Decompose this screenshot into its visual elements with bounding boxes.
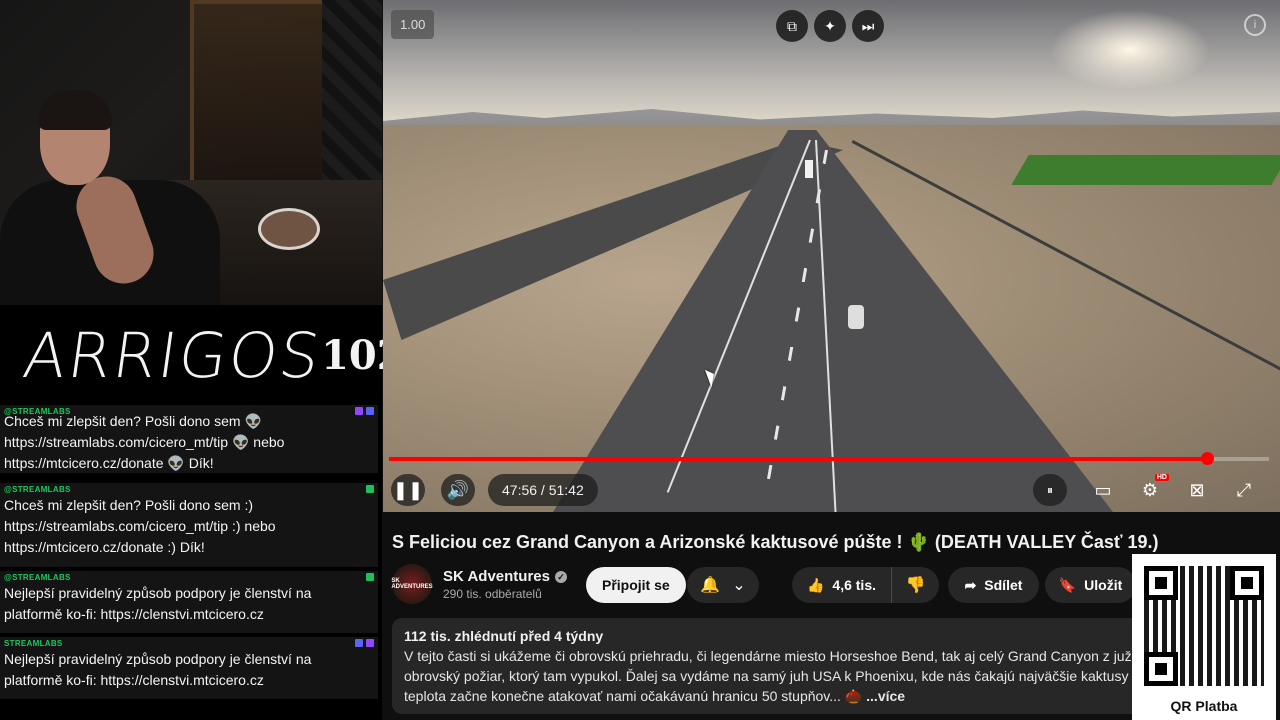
ai-button[interactable]: ✦ bbox=[814, 10, 846, 42]
thumbs-down-icon: 👎 bbox=[905, 577, 926, 594]
miniplayer-icon: ⧉ bbox=[787, 17, 797, 34]
chat-text: Nejlepší pravidelný způsob podpory je čl… bbox=[4, 585, 312, 622]
qr-payment-overlay: QR Platba bbox=[1132, 554, 1276, 720]
subscriber-count: 290 tis. odběratelů bbox=[443, 586, 542, 601]
autoplay-icon: ⏸ bbox=[1046, 482, 1053, 497]
volume-button[interactable]: 🔊 bbox=[441, 474, 475, 506]
like-button[interactable]: 👍 4,6 tis. bbox=[792, 567, 892, 603]
video-truck bbox=[805, 160, 813, 178]
info-button[interactable]: i bbox=[1244, 14, 1266, 36]
badge-icon bbox=[366, 407, 374, 415]
skip-next-icon: ⏭ bbox=[861, 17, 875, 34]
qr-finder bbox=[1144, 652, 1178, 686]
subtitles-icon: ▭ bbox=[1094, 479, 1112, 500]
playback-speed-badge: 1.00 bbox=[391, 10, 435, 39]
join-button[interactable]: Připojit se bbox=[586, 567, 686, 603]
channel-info: SK ADVENTURES SK Adventures ✓ 290 tis. od… bbox=[391, 564, 567, 604]
save-label: Uložit bbox=[1084, 577, 1123, 593]
more-link[interactable]: ...více bbox=[866, 688, 905, 704]
brand-banner: ARRIGOS 102 bbox=[0, 305, 405, 405]
miniplayer-button[interactable]: ⧉ bbox=[776, 10, 808, 42]
qr-finder bbox=[1144, 566, 1178, 600]
plant-pot bbox=[258, 208, 320, 250]
badge-icon bbox=[366, 639, 374, 647]
bookmark-icon: 🔖 bbox=[1058, 576, 1077, 593]
subtitles-button[interactable]: ▭ bbox=[1086, 474, 1120, 506]
streamer-hair bbox=[38, 90, 112, 130]
channel-name[interactable]: SK Adventures bbox=[443, 568, 550, 585]
progress-bar[interactable] bbox=[389, 452, 1269, 465]
share-label: Sdílet bbox=[984, 577, 1023, 593]
top-controls: ⧉ ✦ ⏭ bbox=[776, 10, 884, 42]
player-controls: ❚❚ 🔊 47:56 / 51:42 ⏸ ▭ ⚙ HD ⊠ ⤢ bbox=[383, 470, 1280, 510]
info-icon: i bbox=[1253, 19, 1257, 31]
verified-icon: ✓ bbox=[554, 570, 567, 583]
chat-text: Chceš mi zlepšit den? Pošli dono sem 👽 h… bbox=[4, 413, 285, 471]
notifications-button[interactable]: 🔔 ⌄ bbox=[687, 567, 759, 603]
settings-button[interactable]: ⚙ HD bbox=[1133, 474, 1169, 506]
chat-message: @STREAMLABS Chceš mi zlepšit den? Pošli … bbox=[0, 405, 378, 473]
badge-icon bbox=[366, 573, 374, 581]
skip-button[interactable]: ⏭ bbox=[852, 10, 884, 42]
stream-overlay: ARRIGOS 102 @STREAMLABS Chceš mi zlepšit… bbox=[0, 0, 405, 720]
pause-button[interactable]: ❚❚ bbox=[391, 474, 425, 506]
chat-author: STREAMLABS bbox=[4, 639, 374, 649]
like-dislike-group: 👍 4,6 tis. 👎 bbox=[792, 567, 939, 603]
progress-played bbox=[389, 457, 1208, 461]
pause-icon: ❚❚ bbox=[392, 479, 424, 500]
volume-icon: 🔊 bbox=[446, 479, 470, 500]
badge-icon bbox=[355, 407, 363, 415]
webcam-feed bbox=[0, 0, 382, 305]
time-display: 47:56 / 51:42 bbox=[488, 474, 598, 506]
chevron-down-icon: ⌄ bbox=[732, 577, 746, 594]
video-player[interactable]: 1.00 ⧉ ✦ ⏭ i ❚❚ 🔊 47:56 / 51:42 ⏸ ▭ ⚙ HD … bbox=[383, 0, 1280, 512]
fullscreen-icon: ⤢ bbox=[1236, 479, 1252, 500]
channel-name-row: SK Adventures ✓ bbox=[443, 568, 567, 585]
chat-text: Nejlepší pravidelný způsob podpory je čl… bbox=[4, 651, 312, 688]
qr-label: QR Platba bbox=[1170, 698, 1238, 714]
share-icon: ➦ bbox=[964, 576, 977, 593]
chat-message: @STREAMLABS Chceš mi zlepšit den? Pošli … bbox=[0, 483, 378, 567]
qr-finder bbox=[1230, 566, 1264, 600]
hd-badge: HD bbox=[1154, 474, 1169, 481]
fullscreen-button[interactable]: ⤢ bbox=[1227, 474, 1261, 506]
chat-author: @STREAMLABS bbox=[4, 573, 374, 583]
chat-message: @STREAMLABS Nejlepší pravidelný způsob p… bbox=[0, 571, 378, 633]
chat-text: Chceš mi zlepšit den? Pošli dono sem :) … bbox=[4, 497, 276, 555]
wall-frame bbox=[190, 0, 330, 190]
thumbs-up-icon: 👍 bbox=[806, 576, 825, 593]
channel-meta: SK Adventures ✓ 290 tis. odběratelů bbox=[443, 568, 567, 601]
save-button[interactable]: 🔖 Uložit bbox=[1045, 567, 1136, 603]
share-button[interactable]: ➦ Sdílet bbox=[948, 567, 1039, 603]
dislike-button[interactable]: 👎 bbox=[892, 575, 939, 595]
theater-icon: ⊠ bbox=[1189, 479, 1205, 500]
video-sun bbox=[1050, 10, 1210, 90]
video-title: S Feliciou cez Grand Canyon a Arizonské … bbox=[392, 532, 1159, 552]
video-field bbox=[1011, 155, 1280, 185]
badge-icon bbox=[366, 485, 374, 493]
channel-avatar[interactable]: SK ADVENTURES bbox=[391, 564, 433, 604]
screen: ARRIGOS 102 @STREAMLABS Chceš mi zlepšit… bbox=[0, 0, 1280, 720]
acoustic-panel bbox=[322, 0, 382, 200]
theater-button[interactable]: ⊠ bbox=[1180, 474, 1214, 506]
chat-feed: @STREAMLABS Chceš mi zlepšit den? Pošli … bbox=[0, 405, 382, 720]
autoplay-toggle[interactable]: ⏸ bbox=[1033, 474, 1067, 506]
chat-author: @STREAMLABS bbox=[4, 485, 374, 495]
gear-icon: ⚙ bbox=[1141, 479, 1159, 500]
badge-icon bbox=[355, 639, 363, 647]
chat-message: STREAMLABS Nejlepší pravidelný způsob po… bbox=[0, 637, 378, 699]
sparkle-icon: ✦ bbox=[824, 17, 836, 34]
video-car bbox=[848, 305, 864, 329]
bell-icon: 🔔 bbox=[700, 577, 721, 594]
brand-logo: ARRIGOS bbox=[18, 318, 327, 392]
like-count: 4,6 tis. bbox=[832, 577, 877, 593]
